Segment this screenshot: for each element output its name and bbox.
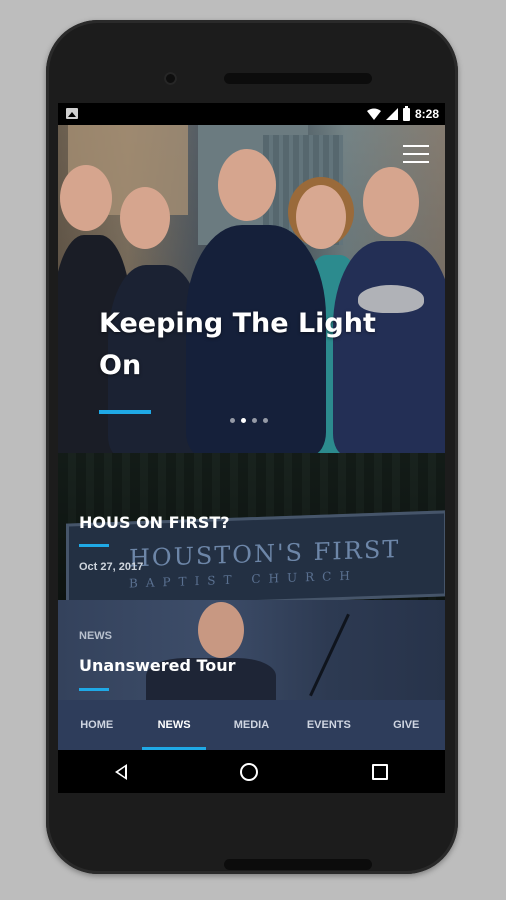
hero-accent-bar [99,410,151,414]
back-icon[interactable] [114,763,127,780]
earpiece-speaker [224,73,372,84]
news-card[interactable]: NEWS Unanswered Tour [58,600,445,700]
person-head [60,165,112,231]
person-head [363,167,419,237]
wifi-icon [366,108,381,120]
card-title: HOUS ON FIRST? [79,513,230,532]
tab-home[interactable]: HOME [61,700,133,750]
status-clock: 8:28 [414,107,439,121]
front-camera [164,72,177,85]
card-category: NEWS [79,630,112,642]
card-date: Oct 27, 2017 [79,561,144,573]
hero-banner[interactable]: Keeping The Light On [58,125,445,453]
mic-stand [309,613,350,697]
carousel-dot[interactable] [230,418,235,423]
status-bar: 8:28 [58,103,445,125]
carousel-dot[interactable] [263,418,268,423]
card-accent-bar [79,688,109,691]
recents-icon[interactable] [372,763,389,780]
battery-icon [402,105,410,121]
screen: 8:28 Keeping The Light On HOUSTON'S FIRS… [58,103,445,793]
card-title: Unanswered Tour [79,656,236,675]
hero-title-line: On [99,350,142,381]
person-head [218,149,276,221]
carousel-dot-active[interactable] [241,418,246,423]
news-card[interactable]: HOUSTON'S FIRST BAPTIST CHURCH HOUS ON F… [58,453,445,600]
hero-title-line: Keeping The Light [99,308,376,339]
tab-media[interactable]: MEDIA [215,700,287,750]
sign-text: HOUSTON'S FIRST [129,534,401,573]
tab-news[interactable]: NEWS [138,700,210,750]
hero-title: Keeping The Light On [99,303,399,387]
speaker-head [198,602,244,658]
signal-icon [385,108,398,120]
carousel-dots [230,418,268,423]
carousel-dot[interactable] [252,418,257,423]
bottom-speaker [224,859,372,870]
person-head [296,185,346,249]
system-nav-bar [58,750,445,793]
home-icon[interactable] [240,762,259,781]
person-head [120,187,170,249]
sign-subtext: BAPTIST CHURCH [129,568,358,591]
hamburger-menu-icon[interactable] [403,145,429,165]
status-indicators: 8:28 [366,105,439,122]
bottom-tab-bar: HOME NEWS MEDIA EVENTS GIVE [58,700,445,750]
card-accent-bar [79,544,109,547]
tab-events[interactable]: EVENTS [293,700,365,750]
image-notification-icon [66,108,78,119]
tab-give[interactable]: GIVE [370,700,442,750]
